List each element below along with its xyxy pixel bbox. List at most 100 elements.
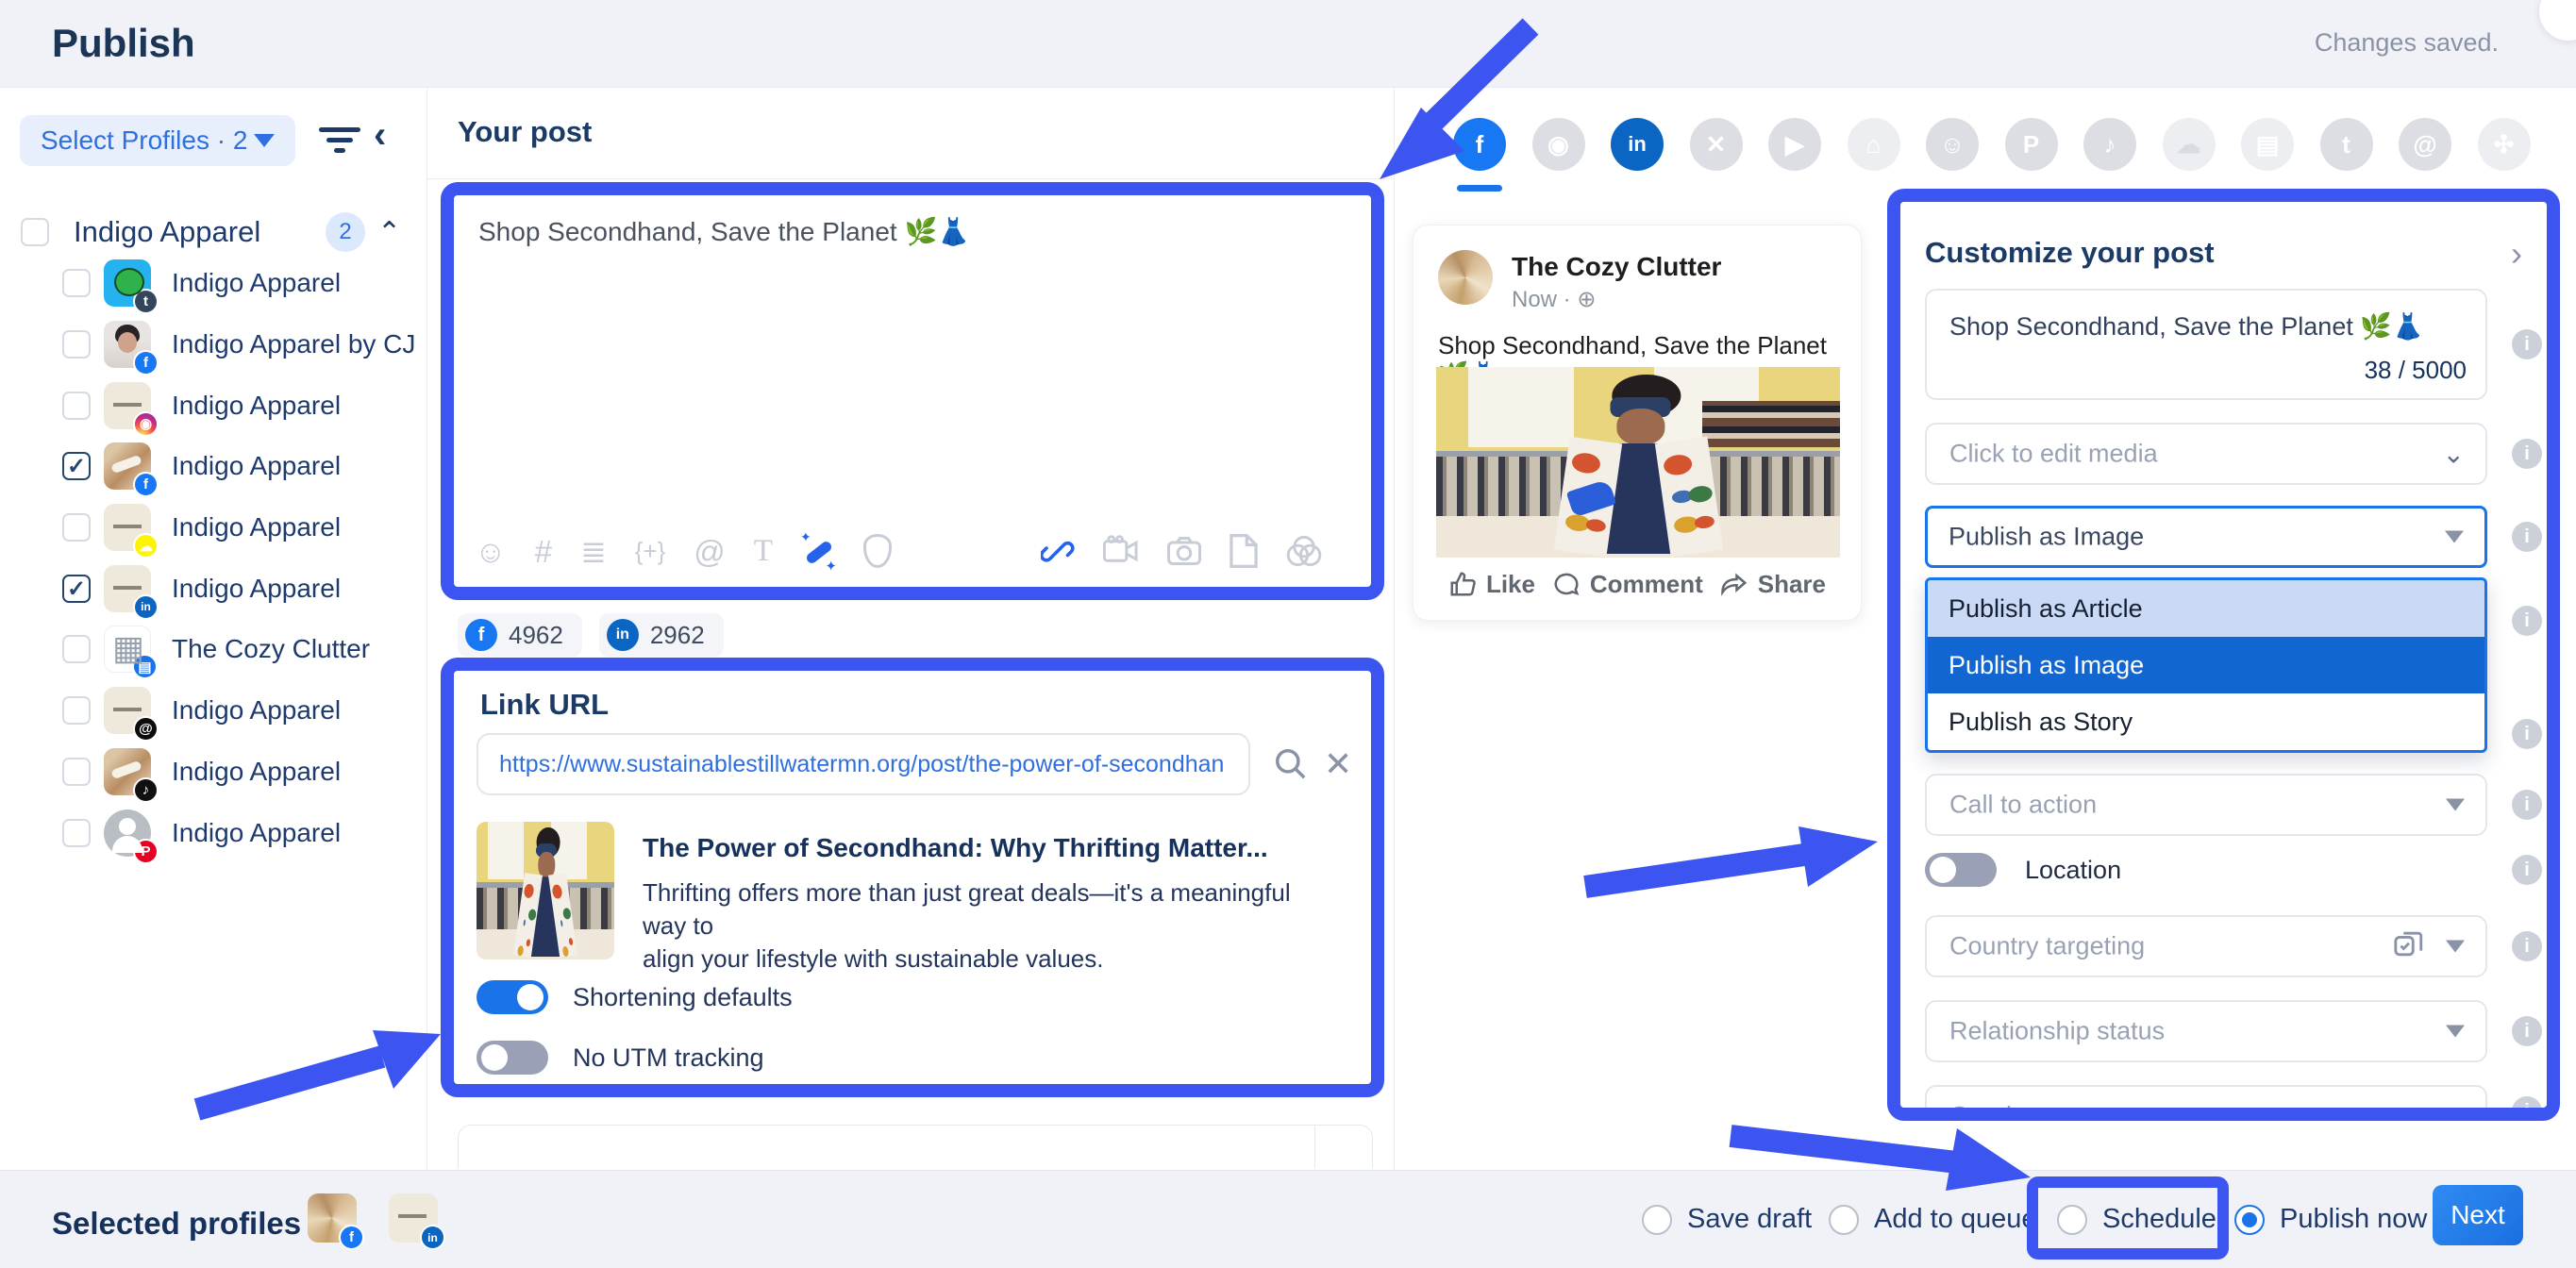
publish-now-radio[interactable] (2234, 1205, 2265, 1235)
add-to-queue-radio[interactable] (1829, 1205, 1859, 1235)
profile-checkbox[interactable] (62, 269, 91, 297)
canva-icon[interactable] (1286, 534, 1322, 568)
profile-row[interactable]: t Indigo Apparel (0, 253, 427, 314)
tab-reddit-icon[interactable]: ☺ (1926, 118, 1979, 171)
variables-icon[interactable]: {+} (635, 539, 666, 563)
save-draft-radio[interactable] (1642, 1205, 1672, 1235)
caret-down-icon (2446, 941, 2465, 953)
emoji-icon[interactable]: ☺ (475, 536, 507, 567)
profile-checkbox-checked[interactable]: ✓ (62, 575, 91, 603)
mention-icon[interactable]: @ (694, 536, 726, 567)
profile-checkbox-checked[interactable]: ✓ (62, 452, 91, 480)
corner-help-button[interactable] (2538, 0, 2576, 42)
tab-bluesky-icon[interactable]: ✣ (2478, 118, 2531, 171)
chevron-right-icon[interactable]: › (2511, 234, 2522, 274)
publish-now-option[interactable]: Publish now (2234, 1204, 2427, 1235)
info-icon[interactable]: i (2512, 329, 2542, 359)
text-format-icon[interactable]: T (754, 536, 773, 567)
add-to-queue-label: Add to queue (1874, 1204, 2037, 1235)
filter-icon[interactable] (319, 127, 360, 156)
option-publish-as-story[interactable]: Publish as Story (1928, 693, 2484, 750)
info-icon[interactable]: i (2512, 719, 2542, 749)
profile-row[interactable]: ▤ The Cozy Clutter (0, 619, 427, 680)
profile-row[interactable]: @ Indigo Apparel (0, 680, 427, 742)
add-to-queue-option[interactable]: Add to queue (1829, 1204, 2037, 1235)
chevron-up-icon[interactable]: ⌃ (377, 216, 401, 249)
post-editor-textarea[interactable]: Shop Secondhand, Save the Planet 🌿👗 (478, 216, 970, 247)
profile-row[interactable]: ☁ Indigo Apparel (0, 497, 427, 559)
file-icon[interactable] (1229, 534, 1258, 568)
option-publish-as-image[interactable]: Publish as Image (1928, 637, 2484, 693)
next-button[interactable]: Next (2433, 1185, 2523, 1245)
link-icon[interactable] (1041, 534, 1075, 568)
option-publish-as-article[interactable]: Publish as Article (1928, 580, 2484, 637)
info-icon[interactable]: i (2512, 931, 2542, 961)
video-icon[interactable] (1103, 535, 1139, 567)
profile-checkbox[interactable] (62, 635, 91, 663)
tab-tiktok-icon[interactable]: ♪ (2083, 118, 2136, 171)
selected-profiles-label: Selected profiles (52, 1206, 301, 1242)
info-icon[interactable]: i (2512, 522, 2542, 552)
schedule-option[interactable]: Schedule (2057, 1204, 2216, 1235)
camera-icon[interactable] (1167, 535, 1201, 567)
profile-row[interactable]: ✓ in Indigo Apparel (0, 558, 427, 619)
group-checkbox[interactable] (21, 218, 49, 246)
collapse-sidebar-icon[interactable]: ‹ (374, 114, 386, 157)
save-draft-option[interactable]: Save draft (1642, 1204, 1812, 1235)
profile-checkbox[interactable] (62, 330, 91, 359)
profile-row[interactable]: P Indigo Apparel (0, 802, 427, 863)
shortening-defaults-toggle[interactable] (477, 980, 548, 1014)
hashtag-icon[interactable]: # (535, 536, 552, 567)
info-icon[interactable]: i (2512, 790, 2542, 820)
profile-checkbox[interactable] (62, 392, 91, 420)
edit-media-dropdown[interactable]: Click to edit media ⌄ (1925, 423, 2487, 485)
search-icon[interactable] (1273, 746, 1309, 787)
tab-google-business-icon[interactable]: ⌂ (1848, 118, 1900, 171)
country-targeting-dropdown[interactable]: Country targeting (1925, 915, 2487, 977)
comment-button[interactable]: Comment (1552, 570, 1703, 599)
char-counter: 38 / 5000 (2365, 356, 2467, 385)
profile-row[interactable]: f Indigo Apparel by CJ (0, 314, 427, 375)
utm-tracking-toggle[interactable] (477, 1041, 548, 1075)
post-snippet-icon[interactable]: ≣ (580, 536, 607, 567)
tab-snapchat-icon[interactable]: ☁ (2163, 118, 2216, 171)
publish-as-select[interactable]: Publish as Image (1925, 506, 2487, 568)
tab-threads-icon[interactable]: @ (2399, 118, 2451, 171)
select-profiles-dropdown[interactable]: Select Profiles · 2 (20, 115, 295, 166)
share-button[interactable]: Share (1720, 570, 1826, 599)
profile-checkbox[interactable] (62, 696, 91, 725)
tab-google-business-profile-icon[interactable]: ▤ (2241, 118, 2294, 171)
tab-facebook-icon[interactable]: f (1453, 118, 1506, 171)
shield-icon[interactable] (863, 534, 892, 568)
info-icon[interactable]: i (2512, 1016, 2542, 1046)
info-icon[interactable]: i (2512, 855, 2542, 885)
post-actions: Like Comment Share (1413, 561, 1861, 607)
tab-tumblr-icon[interactable]: t (2320, 118, 2373, 171)
tab-instagram-icon[interactable]: ◉ (1532, 118, 1585, 171)
like-button[interactable]: Like (1448, 570, 1535, 599)
profile-row[interactable]: ♪ Indigo Apparel (0, 742, 427, 803)
customize-text-field[interactable]: Shop Secondhand, Save the Planet 🌿👗 38 /… (1925, 289, 2487, 400)
info-icon[interactable]: i (2512, 1096, 2542, 1108)
tab-x-icon[interactable]: ✕ (1690, 118, 1743, 171)
profile-checkbox[interactable] (62, 819, 91, 847)
profile-checkbox[interactable] (62, 513, 91, 542)
profile-group-row[interactable]: Indigo Apparel 2 ⌃ (0, 206, 427, 259)
tab-pinterest-icon[interactable]: P (2005, 118, 2058, 171)
call-to-action-dropdown[interactable]: Call to action (1925, 774, 2487, 836)
close-icon[interactable]: ✕ (1324, 744, 1352, 784)
tab-youtube-icon[interactable]: ▶ (1768, 118, 1821, 171)
relationship-status-dropdown[interactable]: Relationship status (1925, 1000, 2487, 1062)
info-icon[interactable]: i (2512, 439, 2542, 469)
link-url-input[interactable] (477, 733, 1250, 795)
gender-dropdown[interactable]: Gender (1925, 1085, 2487, 1108)
profile-row[interactable]: ✓ f Indigo Apparel (0, 436, 427, 497)
location-toggle[interactable] (1925, 853, 1997, 887)
profile-row[interactable]: ◉ Indigo Apparel (0, 375, 427, 436)
tab-linkedin-icon[interactable]: in (1611, 118, 1664, 171)
schedule-radio[interactable] (2057, 1205, 2087, 1235)
ai-wand-icon[interactable]: ✦ (801, 534, 835, 568)
info-icon[interactable]: i (2512, 606, 2542, 636)
profile-checkbox[interactable] (62, 758, 91, 786)
copy-settings-icon[interactable] (2393, 928, 2425, 965)
